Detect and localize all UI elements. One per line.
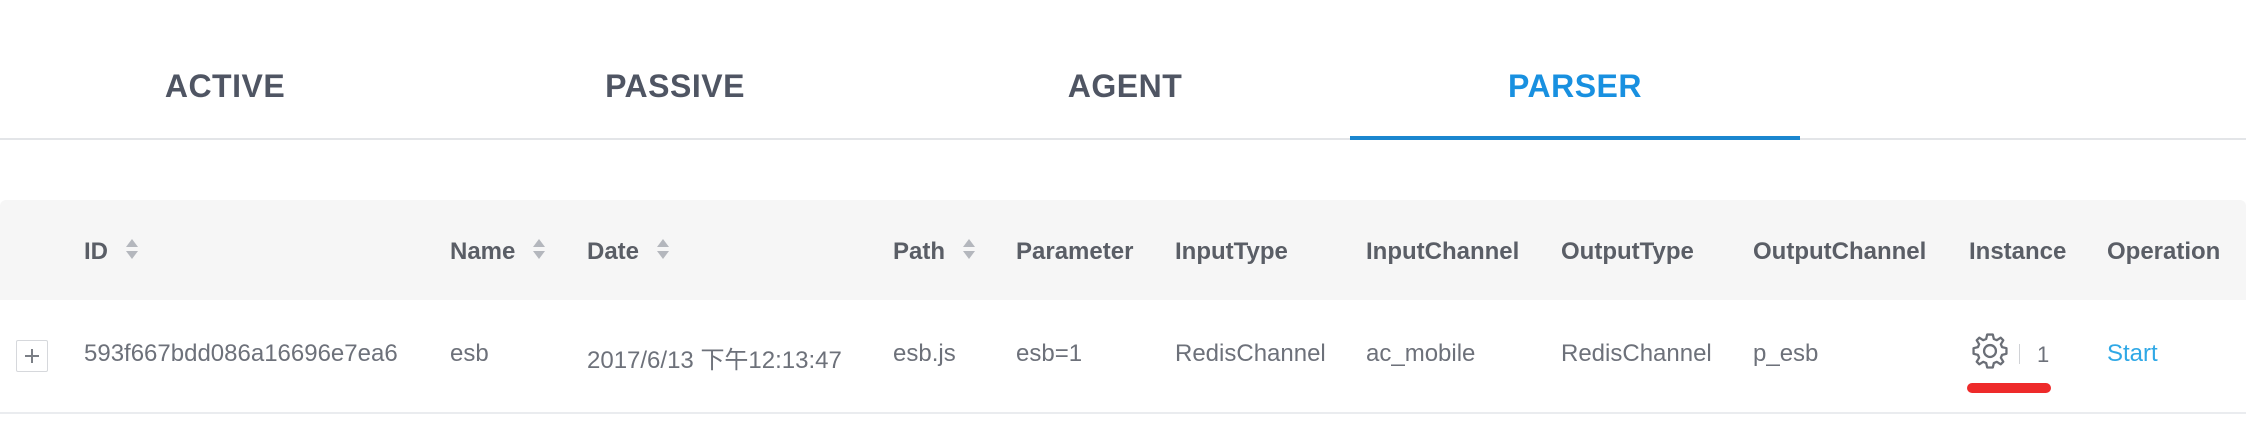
start-button[interactable]: Start — [2107, 340, 2158, 367]
cell-parameter: esb=1 — [1016, 340, 1083, 367]
cell-instance: 1 — [1967, 328, 2069, 393]
tab-active-indicator — [1350, 136, 1800, 140]
tab-parser[interactable]: PARSER — [1350, 68, 1800, 105]
column-header-label: ID — [84, 238, 108, 265]
cell-date: 2017/6/13 下午12:13:47 — [587, 347, 842, 374]
column-header-operation: Operation — [2107, 238, 2221, 265]
column-header-path[interactable]: Path — [893, 238, 976, 266]
cell-operation: Start — [2107, 340, 2158, 368]
column-header-date[interactable]: Date — [587, 238, 670, 266]
column-header-instance: Instance — [1969, 238, 2067, 265]
cell-input-channel: ac_mobile — [1366, 340, 1476, 367]
column-header-output-channel: OutputChannel — [1753, 238, 1927, 265]
annotation-underline — [1967, 383, 2051, 393]
column-header-parameter: Parameter — [1016, 238, 1134, 265]
tab-active[interactable]: ACTIVE — [0, 68, 450, 105]
gear-icon[interactable] — [1969, 330, 2011, 372]
expand-row-button[interactable] — [16, 340, 48, 372]
column-header-input-type: InputType — [1175, 238, 1288, 265]
cell-input-type: RedisChannel — [1175, 340, 1326, 367]
instance-count: 1 — [2037, 342, 2050, 367]
sort-icon[interactable] — [532, 238, 546, 261]
column-header-output-type: OutputType — [1561, 238, 1694, 265]
column-header-label: Name — [450, 238, 516, 265]
column-header-input-channel: InputChannel — [1366, 238, 1520, 265]
cell-id: 593f667bdd086a16696e7ea6 — [84, 340, 398, 367]
sort-icon[interactable] — [125, 238, 139, 261]
table-header: ID Name Date Path Parameter InputType In… — [0, 200, 2246, 300]
sort-icon[interactable] — [962, 238, 976, 261]
column-header-label: Path — [893, 238, 946, 265]
instance-divider — [2019, 344, 2020, 364]
parser-table: ID Name Date Path Parameter InputType In… — [0, 200, 2246, 414]
table-row: 593f667bdd086a16696e7ea6 esb 2017/6/13 下… — [0, 300, 2246, 414]
cell-output-channel: p_esb — [1753, 340, 1819, 367]
tab-agent[interactable]: AGENT — [900, 68, 1350, 105]
tab-bar: ACTIVE PASSIVE AGENT PARSER — [0, 0, 2256, 140]
column-header-id[interactable]: ID — [84, 238, 139, 266]
tab-bar-divider — [0, 138, 2246, 140]
tab-passive[interactable]: PASSIVE — [450, 68, 900, 105]
column-header-name[interactable]: Name — [450, 238, 546, 266]
cell-output-type: RedisChannel — [1561, 340, 1712, 367]
cell-name: esb — [450, 340, 489, 367]
cell-path: esb.js — [893, 340, 956, 367]
sort-icon[interactable] — [656, 238, 670, 261]
column-header-label: Date — [587, 238, 640, 265]
